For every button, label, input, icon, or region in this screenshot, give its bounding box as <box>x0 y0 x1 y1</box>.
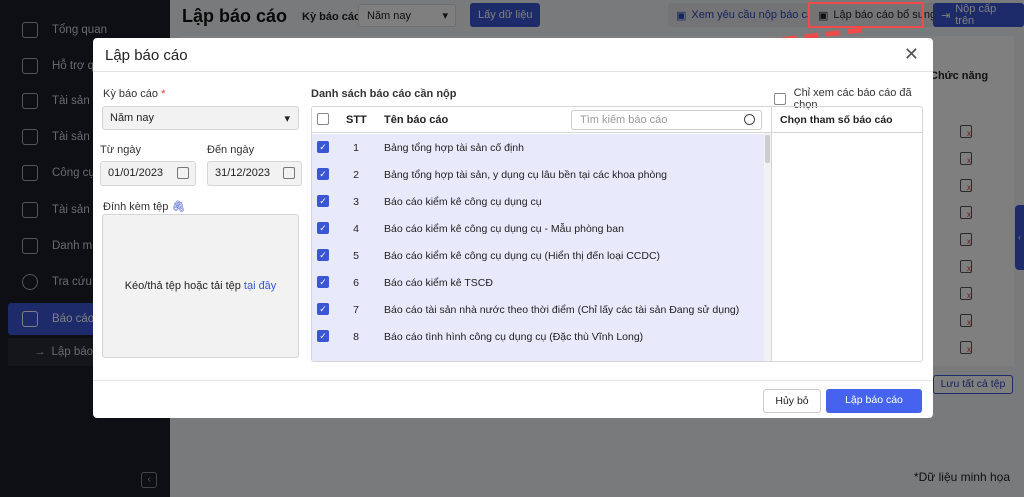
table-row[interactable]: ✓ 7 Báo cáo tài sản nhà nước theo thời điể… <box>312 296 764 323</box>
row-report-name: Báo cáo kiểm kê công cụ dụng cụ <box>384 196 542 208</box>
row-report-name: Báo cáo kiểm kê công cụ dụng cụ (Hiển th… <box>384 250 661 262</box>
attach-file-text: Đính kèm tệp <box>103 201 169 213</box>
to-date-input[interactable]: 31/12/2023 <box>207 161 302 186</box>
row-checkbox[interactable]: ✓ <box>317 303 329 315</box>
create-report-button[interactable]: Lập báo cáo <box>826 389 922 413</box>
row-checkbox[interactable]: ✓ <box>317 195 329 207</box>
table-row[interactable]: ✓ 1 Bảng tổng hợp tài sản cố định <box>312 134 764 161</box>
caret-down-icon: ▾ <box>284 113 290 125</box>
attach-file-label: Đính kèm tệp 🖇 <box>103 200 185 213</box>
row-stt: 6 <box>353 277 359 289</box>
row-stt: 3 <box>353 196 359 208</box>
row-report-name: Bảng tổng hợp tài sản, y dụng cụ lâu bền… <box>384 169 668 181</box>
table-row[interactable]: ✓ 3 Báo cáo kiểm kê công cụ dụng cụ <box>312 188 764 215</box>
dropzone-text: Kéo/thả tệp hoặc tải tệp <box>124 280 241 292</box>
row-checkbox[interactable]: ✓ <box>317 141 329 153</box>
modal-title: Lập báo cáo <box>105 47 188 64</box>
table-row[interactable]: ✓ 6 Báo cáo kiểm kê TSCĐ <box>312 269 764 296</box>
calendar-icon[interactable] <box>177 167 189 179</box>
row-checkbox[interactable]: ✓ <box>317 330 329 342</box>
table-row-partial[interactable] <box>312 350 764 361</box>
table-scrollbar[interactable] <box>764 133 771 361</box>
row-checkbox[interactable]: ✓ <box>317 168 329 180</box>
period-select[interactable]: Năm nay ▾ <box>102 106 299 130</box>
row-report-name: Báo cáo tình hình công cụ dụng cụ (Đặc t… <box>384 331 644 343</box>
row-report-name: Báo cáo kiểm kê TSCĐ <box>384 277 493 289</box>
to-date-label: Đến ngày <box>207 144 255 156</box>
select-all-checkbox[interactable] <box>317 113 329 125</box>
upload-link[interactable]: tại đây <box>244 280 276 292</box>
required-marker: * <box>161 88 166 100</box>
from-date-label: Từ ngày <box>100 144 141 156</box>
row-checkbox[interactable]: ✓ <box>317 276 329 288</box>
period-field-text: Kỳ báo cáo <box>103 88 159 100</box>
search-report-input[interactable]: Tìm kiếm báo cáo <box>571 110 762 130</box>
report-params-header: Chọn tham số báo cáo <box>772 107 922 133</box>
only-selected-checkbox[interactable] <box>774 93 786 105</box>
search-placeholder: Tìm kiếm báo cáo <box>580 114 668 126</box>
search-icon[interactable] <box>744 114 755 125</box>
from-date-input[interactable]: 01/01/2023 <box>100 161 196 186</box>
row-stt: 5 <box>353 250 359 262</box>
cancel-button[interactable]: Hủy bỏ <box>763 389 821 413</box>
report-params-panel: Chọn tham số báo cáo <box>771 107 922 361</box>
table-row[interactable]: ✓ 8 Báo cáo tình hình công cụ dụng cụ (Đặc… <box>312 323 764 350</box>
paperclip-icon: 🖇 <box>171 201 186 213</box>
column-report-name: Tên báo cáo <box>384 114 449 126</box>
row-stt: 4 <box>353 223 359 235</box>
row-checkbox[interactable]: ✓ <box>317 222 329 234</box>
row-report-name: Bảng tổng hợp tài sản cố định <box>384 142 524 154</box>
from-date-value: 01/01/2023 <box>108 167 164 179</box>
scrollbar-thumb[interactable] <box>765 135 770 163</box>
table-row[interactable]: ✓ 4 Báo cáo kiểm kê công cụ dụng cụ - Mẫu … <box>312 215 764 242</box>
row-checkbox[interactable]: ✓ <box>317 249 329 261</box>
period-field-label: Kỳ báo cáo * <box>103 88 165 100</box>
report-list-title: Danh sách báo cáo cần nộp <box>311 88 457 100</box>
table-header: STT Tên báo cáo Tìm kiếm báo cáo <box>312 107 771 133</box>
row-stt: 1 <box>353 142 359 154</box>
column-stt: STT <box>346 114 367 126</box>
table-row[interactable]: ✓ 2 Bảng tổng hợp tài sản, y dụng cụ lâu b… <box>312 161 764 188</box>
create-report-modal: Lập báo cáo ✕ Kỳ báo cáo * Năm nay ▾ Từ ng… <box>93 38 933 418</box>
row-report-name: Báo cáo kiểm kê công cụ dụng cụ - Mẫu ph… <box>384 223 624 235</box>
period-select-value: Năm nay <box>110 112 155 124</box>
file-dropzone[interactable]: Kéo/thả tệp hoặc tải tệp tại đây <box>102 214 299 358</box>
calendar-icon[interactable] <box>283 167 295 179</box>
modal-footer: Hủy bỏ Lập báo cáo <box>93 380 933 418</box>
row-stt: 2 <box>353 169 359 181</box>
row-stt: 7 <box>353 304 359 316</box>
table-row[interactable]: ✓ 5 Báo cáo kiểm kê công cụ dụng cụ (Hiển … <box>312 242 764 269</box>
report-list-table: STT Tên báo cáo Tìm kiếm báo cáo ✓ 1 Bảng … <box>311 106 923 362</box>
to-date-value: 31/12/2023 <box>215 167 271 179</box>
row-stt: 8 <box>353 331 359 343</box>
row-report-name: Báo cáo tài sản nhà nước theo thời điểm … <box>384 304 740 316</box>
close-icon[interactable]: ✕ <box>904 44 919 65</box>
